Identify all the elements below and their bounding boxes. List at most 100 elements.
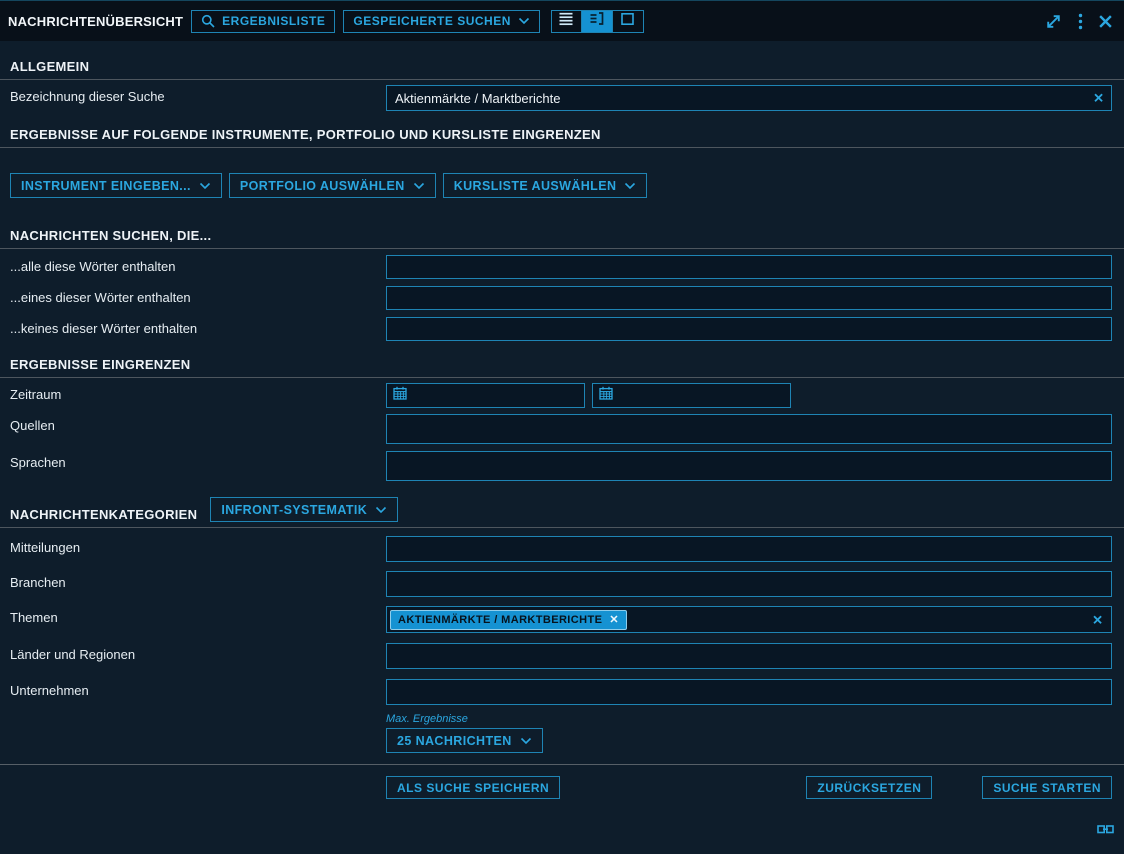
period-to-input[interactable] xyxy=(592,383,791,408)
announcements-label: Mitteilungen xyxy=(10,536,386,555)
remove-tag-icon[interactable]: ✕ xyxy=(609,613,619,626)
news-search-window: NACHRICHTENÜBERSICHT ERGEBNISLISTE GESPE… xyxy=(0,0,1124,854)
clear-search-name-icon[interactable]: ✕ xyxy=(1093,92,1104,105)
announcements-row: Mitteilungen xyxy=(10,536,1112,562)
languages-label: Sprachen xyxy=(10,451,386,470)
period-from-input[interactable] xyxy=(386,383,585,408)
search-name-label: Bezeichnung dieser Suche xyxy=(10,85,386,104)
portfolio-dropdown[interactable]: PORTFOLIO AUSWÄHLEN xyxy=(229,173,436,198)
chevron-down-icon xyxy=(375,503,387,517)
industries-label: Branchen xyxy=(10,571,386,590)
announcements-input[interactable] xyxy=(386,536,1112,562)
calendar-icon xyxy=(599,386,613,405)
topics-field: AKTIENMÄRKTE / MARKTBERICHTE ✕ ✕ xyxy=(386,606,1112,633)
section-categories-title: NACHRICHTENKATEGORIEN xyxy=(10,507,197,522)
list-view-toggle[interactable] xyxy=(551,10,582,33)
max-results-value: 25 NACHRICHTEN xyxy=(397,734,512,748)
saved-searches-label: GESPEICHERTE SUCHEN xyxy=(353,14,511,28)
section-instrument-title: ERGEBNISSE AUF FOLGENDE INSTRUMENTE, POR… xyxy=(10,127,601,142)
calendar-icon xyxy=(393,386,407,405)
window-titlebar: NACHRICHTENÜBERSICHT ERGEBNISLISTE GESPE… xyxy=(0,1,1124,41)
none-words-label: ...keines dieser Wörter enthalten xyxy=(10,317,386,336)
clear-topics-icon[interactable]: ✕ xyxy=(1092,613,1103,626)
any-words-input[interactable] xyxy=(386,286,1112,310)
reset-button[interactable]: ZURÜCKSETZEN xyxy=(806,776,932,799)
window-title: NACHRICHTENÜBERSICHT xyxy=(8,14,183,29)
instrument-dropdown-label: INSTRUMENT EINGEBEN... xyxy=(21,179,191,193)
countries-input[interactable] xyxy=(386,643,1112,669)
search-icon xyxy=(201,14,215,28)
languages-input[interactable] xyxy=(386,451,1112,481)
search-name-field: ✕ xyxy=(386,85,1112,111)
window-controls xyxy=(1044,12,1113,31)
languages-row: Sprachen xyxy=(10,451,1112,481)
action-buttons-row: ALS SUCHE SPEICHERN ZURÜCKSETZEN SUCHE S… xyxy=(386,776,1112,799)
topics-row: Themen AKTIENMÄRKTE / MARKTBERICHTE ✕ ✕ xyxy=(10,606,1112,633)
close-window-icon[interactable] xyxy=(1098,14,1113,29)
companies-input[interactable] xyxy=(386,679,1112,705)
section-allgemein-title: ALLGEMEIN xyxy=(10,59,89,74)
sources-input[interactable] xyxy=(386,414,1112,444)
save-search-button[interactable]: ALS SUCHE SPEICHERN xyxy=(386,776,560,799)
window-link-icon[interactable] xyxy=(1097,823,1114,841)
portfolio-dropdown-label: PORTFOLIO AUSWÄHLEN xyxy=(240,179,405,193)
list-view-icon xyxy=(558,12,574,31)
chevron-down-icon xyxy=(624,179,636,193)
countries-label: Länder und Regionen xyxy=(10,643,386,662)
topics-label: Themen xyxy=(10,606,386,625)
split-view-toggle[interactable] xyxy=(582,10,613,33)
systematik-dropdown[interactable]: INFRONT-SYSTEMATIK xyxy=(210,497,398,522)
results-list-label: ERGEBNISLISTE xyxy=(222,14,325,28)
chevron-down-icon xyxy=(199,179,211,193)
section-refine-header: ERGEBNISSE EINGRENZEN xyxy=(0,357,1124,378)
topics-tag[interactable]: AKTIENMÄRKTE / MARKTBERICHTE ✕ xyxy=(390,610,627,630)
split-view-icon xyxy=(589,11,605,31)
all-words-row: ...alle diese Wörter enthalten xyxy=(10,255,1112,279)
search-name-row: Bezeichnung dieser Suche ✕ xyxy=(10,85,1112,111)
max-results-dropdown[interactable]: 25 NACHRICHTEN xyxy=(386,728,543,753)
none-words-input[interactable] xyxy=(386,317,1112,341)
countries-row: Länder und Regionen xyxy=(10,643,1112,669)
expand-window-icon[interactable] xyxy=(1044,12,1063,31)
systematik-dropdown-label: INFRONT-SYSTEMATIK xyxy=(221,503,367,517)
companies-row: Unternehmen xyxy=(10,679,1112,705)
quotelist-dropdown[interactable]: KURSLISTE AUSWÄHLEN xyxy=(443,173,648,198)
topics-tag-label: AKTIENMÄRKTE / MARKTBERICHTE xyxy=(398,614,602,626)
period-row: Zeitraum xyxy=(10,383,1112,408)
quotelist-dropdown-label: KURSLISTE AUSWÄHLEN xyxy=(454,179,617,193)
chevron-down-icon xyxy=(518,17,530,25)
start-search-button[interactable]: SUCHE STARTEN xyxy=(982,776,1112,799)
actions-divider xyxy=(0,764,1124,765)
chevron-down-icon xyxy=(520,734,532,748)
section-categories-header: NACHRICHTENKATEGORIEN INFRONT-SYSTEMATIK xyxy=(0,497,1124,528)
section-search-terms-title: NACHRICHTEN SUCHEN, DIE... xyxy=(10,228,211,243)
all-words-input[interactable] xyxy=(386,255,1112,279)
instrument-filter-buttons: INSTRUMENT EINGEBEN... PORTFOLIO AUSWÄHL… xyxy=(10,173,1112,198)
section-refine-title: ERGEBNISSE EINGRENZEN xyxy=(10,357,190,372)
any-words-row: ...eines dieser Wörter enthalten xyxy=(10,286,1112,310)
chevron-down-icon xyxy=(413,179,425,193)
results-list-button[interactable]: ERGEBNISLISTE xyxy=(191,10,335,33)
any-words-label: ...eines dieser Wörter enthalten xyxy=(10,286,386,305)
single-view-toggle[interactable] xyxy=(613,10,644,33)
industries-input[interactable] xyxy=(386,571,1112,597)
search-form: ALLGEMEIN Bezeichnung dieser Suche ✕ ERG… xyxy=(0,59,1124,799)
topics-input[interactable]: AKTIENMÄRKTE / MARKTBERICHTE ✕ ✕ xyxy=(386,606,1112,633)
instrument-dropdown[interactable]: INSTRUMENT EINGEBEN... xyxy=(10,173,222,198)
sources-label: Quellen xyxy=(10,414,386,433)
kebab-menu-icon[interactable] xyxy=(1078,13,1083,30)
max-results-label: Max. Ergebnisse xyxy=(386,713,1112,725)
all-words-label: ...alle diese Wörter enthalten xyxy=(10,255,386,274)
section-search-terms-header: NACHRICHTEN SUCHEN, DIE... xyxy=(0,228,1124,249)
max-results-block: 25 NACHRICHTEN xyxy=(386,728,1112,753)
industries-row: Branchen xyxy=(10,571,1112,597)
search-name-input[interactable] xyxy=(386,85,1112,111)
saved-searches-dropdown[interactable]: GESPEICHERTE SUCHEN xyxy=(343,10,540,33)
sources-row: Quellen xyxy=(10,414,1112,444)
none-words-row: ...keines dieser Wörter enthalten xyxy=(10,317,1112,341)
view-toggle-group xyxy=(551,10,644,33)
section-instrument-header: ERGEBNISSE AUF FOLGENDE INSTRUMENTE, POR… xyxy=(0,127,1124,148)
period-field xyxy=(386,383,1112,408)
single-view-icon xyxy=(620,12,635,31)
section-allgemein-header: ALLGEMEIN xyxy=(0,59,1124,80)
